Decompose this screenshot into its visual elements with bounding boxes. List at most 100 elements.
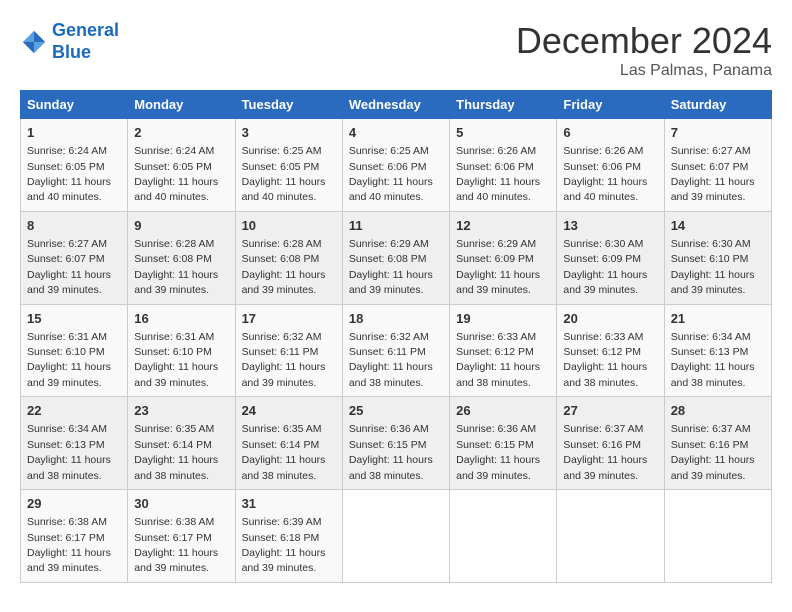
day-cell-29: 29 Sunrise: 6:38 AM Sunset: 6:17 PM Dayli… — [21, 490, 128, 583]
header-thursday: Thursday — [450, 91, 557, 119]
day-number: 14 — [671, 217, 765, 235]
day-info: Sunrise: 6:29 AM Sunset: 6:08 PM Dayligh… — [349, 238, 433, 296]
day-info: Sunrise: 6:24 AM Sunset: 6:05 PM Dayligh… — [27, 145, 111, 203]
day-info: Sunrise: 6:39 AM Sunset: 6:18 PM Dayligh… — [242, 516, 326, 574]
day-number: 30 — [134, 495, 228, 513]
day-number: 11 — [349, 217, 443, 235]
empty-cell — [342, 490, 449, 583]
day-info: Sunrise: 6:29 AM Sunset: 6:09 PM Dayligh… — [456, 238, 540, 296]
day-info: Sunrise: 6:38 AM Sunset: 6:17 PM Dayligh… — [27, 516, 111, 574]
day-cell-31: 31Sunrise: 6:39 AM Sunset: 6:18 PM Dayli… — [235, 490, 342, 583]
day-cell-19: 19Sunrise: 6:33 AM Sunset: 6:12 PM Dayli… — [450, 304, 557, 397]
day-info: Sunrise: 6:30 AM Sunset: 6:09 PM Dayligh… — [563, 238, 647, 296]
day-cell-25: 25 Sunrise: 6:36 AM Sunset: 6:15 PM Dayli… — [342, 397, 449, 490]
day-info: Sunrise: 6:31 AM Sunset: 6:10 PM Dayligh… — [134, 331, 218, 389]
day-info: Sunrise: 6:27 AM Sunset: 6:07 PM Dayligh… — [671, 145, 755, 203]
day-info: Sunrise: 6:35 AM Sunset: 6:14 PM Dayligh… — [242, 423, 326, 481]
logo-line1: General — [52, 20, 119, 40]
day-info: Sunrise: 6:35 AM Sunset: 6:14 PM Dayligh… — [134, 423, 218, 481]
day-cell-6: 6Sunrise: 6:26 AM Sunset: 6:06 PM Daylig… — [557, 119, 664, 212]
day-number: 28 — [671, 402, 765, 420]
day-info: Sunrise: 6:26 AM Sunset: 6:06 PM Dayligh… — [456, 145, 540, 203]
day-cell-14: 14Sunrise: 6:30 AM Sunset: 6:10 PM Dayli… — [664, 211, 771, 304]
day-cell-5: 5 Sunrise: 6:26 AM Sunset: 6:06 PM Daylig… — [450, 119, 557, 212]
day-number: 12 — [456, 217, 550, 235]
day-number: 7 — [671, 124, 765, 142]
day-info: Sunrise: 6:25 AM Sunset: 6:06 PM Dayligh… — [349, 145, 433, 203]
day-cell-1: 1Sunrise: 6:24 AM Sunset: 6:05 PM Daylig… — [21, 119, 128, 212]
day-cell-9: 9Sunrise: 6:28 AM Sunset: 6:08 PM Daylig… — [128, 211, 235, 304]
week-row-4: 29 Sunrise: 6:38 AM Sunset: 6:17 PM Dayli… — [21, 490, 772, 583]
day-info: Sunrise: 6:36 AM Sunset: 6:15 PM Dayligh… — [456, 423, 540, 481]
header-monday: Monday — [128, 91, 235, 119]
calendar-title: December 2024 — [516, 20, 772, 62]
day-number: 15 — [27, 310, 121, 328]
day-cell-22: 22Sunrise: 6:34 AM Sunset: 6:13 PM Dayli… — [21, 397, 128, 490]
day-info: Sunrise: 6:37 AM Sunset: 6:16 PM Dayligh… — [563, 423, 647, 481]
day-cell-27: 27 Sunrise: 6:37 AM Sunset: 6:16 PM Dayli… — [557, 397, 664, 490]
day-cell-26: 26Sunrise: 6:36 AM Sunset: 6:15 PM Dayli… — [450, 397, 557, 490]
day-number: 13 — [563, 217, 657, 235]
day-cell-20: 20 Sunrise: 6:33 AM Sunset: 6:12 PM Dayli… — [557, 304, 664, 397]
day-cell-23: 23 Sunrise: 6:35 AM Sunset: 6:14 PM Dayli… — [128, 397, 235, 490]
empty-cell — [450, 490, 557, 583]
day-info: Sunrise: 6:24 AM Sunset: 6:05 PM Dayligh… — [134, 145, 218, 203]
day-number: 23 — [134, 402, 228, 420]
week-row-0: 1Sunrise: 6:24 AM Sunset: 6:05 PM Daylig… — [21, 119, 772, 212]
day-number: 16 — [134, 310, 228, 328]
day-cell-15: 15 Sunrise: 6:31 AM Sunset: 6:10 PM Dayli… — [21, 304, 128, 397]
week-row-2: 15 Sunrise: 6:31 AM Sunset: 6:10 PM Dayli… — [21, 304, 772, 397]
day-info: Sunrise: 6:32 AM Sunset: 6:11 PM Dayligh… — [242, 331, 326, 389]
day-number: 21 — [671, 310, 765, 328]
header-wednesday: Wednesday — [342, 91, 449, 119]
day-info: Sunrise: 6:27 AM Sunset: 6:07 PM Dayligh… — [27, 238, 111, 296]
week-row-1: 8Sunrise: 6:27 AM Sunset: 6:07 PM Daylig… — [21, 211, 772, 304]
day-number: 2 — [134, 124, 228, 142]
header-sunday: Sunday — [21, 91, 128, 119]
day-number: 18 — [349, 310, 443, 328]
empty-cell — [664, 490, 771, 583]
day-number: 20 — [563, 310, 657, 328]
header-friday: Friday — [557, 91, 664, 119]
day-number: 19 — [456, 310, 550, 328]
calendar-subtitle: Las Palmas, Panama — [516, 62, 772, 80]
day-cell-24: 24Sunrise: 6:35 AM Sunset: 6:14 PM Dayli… — [235, 397, 342, 490]
day-number: 10 — [242, 217, 336, 235]
day-cell-3: 3Sunrise: 6:25 AM Sunset: 6:05 PM Daylig… — [235, 119, 342, 212]
day-cell-17: 17 Sunrise: 6:32 AM Sunset: 6:11 PM Dayli… — [235, 304, 342, 397]
day-info: Sunrise: 6:34 AM Sunset: 6:13 PM Dayligh… — [671, 331, 755, 389]
empty-cell — [557, 490, 664, 583]
logo-icon — [20, 28, 48, 56]
day-info: Sunrise: 6:33 AM Sunset: 6:12 PM Dayligh… — [563, 331, 647, 389]
day-cell-7: 7 Sunrise: 6:27 AM Sunset: 6:07 PM Daylig… — [664, 119, 771, 212]
logo-line2: Blue — [52, 42, 91, 62]
day-number: 17 — [242, 310, 336, 328]
calendar-header-row: SundayMondayTuesdayWednesdayThursdayFrid… — [21, 91, 772, 119]
day-cell-18: 18 Sunrise: 6:32 AM Sunset: 6:11 PM Dayli… — [342, 304, 449, 397]
day-info: Sunrise: 6:26 AM Sunset: 6:06 PM Dayligh… — [563, 145, 647, 203]
day-info: Sunrise: 6:34 AM Sunset: 6:13 PM Dayligh… — [27, 423, 111, 481]
title-block: December 2024 Las Palmas, Panama — [516, 20, 772, 80]
day-cell-21: 21 Sunrise: 6:34 AM Sunset: 6:13 PM Dayli… — [664, 304, 771, 397]
day-cell-10: 10Sunrise: 6:28 AM Sunset: 6:08 PM Dayli… — [235, 211, 342, 304]
logo: General Blue — [20, 20, 119, 63]
day-number: 4 — [349, 124, 443, 142]
header-saturday: Saturday — [664, 91, 771, 119]
day-info: Sunrise: 6:31 AM Sunset: 6:10 PM Dayligh… — [27, 331, 111, 389]
calendar-table: SundayMondayTuesdayWednesdayThursdayFrid… — [20, 90, 772, 583]
day-number: 9 — [134, 217, 228, 235]
header-tuesday: Tuesday — [235, 91, 342, 119]
day-number: 25 — [349, 402, 443, 420]
day-number: 27 — [563, 402, 657, 420]
day-number: 29 — [27, 495, 121, 513]
day-cell-11: 11 Sunrise: 6:29 AM Sunset: 6:08 PM Dayli… — [342, 211, 449, 304]
day-cell-8: 8Sunrise: 6:27 AM Sunset: 6:07 PM Daylig… — [21, 211, 128, 304]
day-info: Sunrise: 6:32 AM Sunset: 6:11 PM Dayligh… — [349, 331, 433, 389]
calendar-body: 1Sunrise: 6:24 AM Sunset: 6:05 PM Daylig… — [21, 119, 772, 583]
day-info: Sunrise: 6:36 AM Sunset: 6:15 PM Dayligh… — [349, 423, 433, 481]
week-row-3: 22Sunrise: 6:34 AM Sunset: 6:13 PM Dayli… — [21, 397, 772, 490]
day-number: 5 — [456, 124, 550, 142]
day-cell-2: 2 Sunrise: 6:24 AM Sunset: 6:05 PM Daylig… — [128, 119, 235, 212]
day-cell-4: 4 Sunrise: 6:25 AM Sunset: 6:06 PM Daylig… — [342, 119, 449, 212]
page-header: General Blue December 2024 Las Palmas, P… — [20, 20, 772, 80]
